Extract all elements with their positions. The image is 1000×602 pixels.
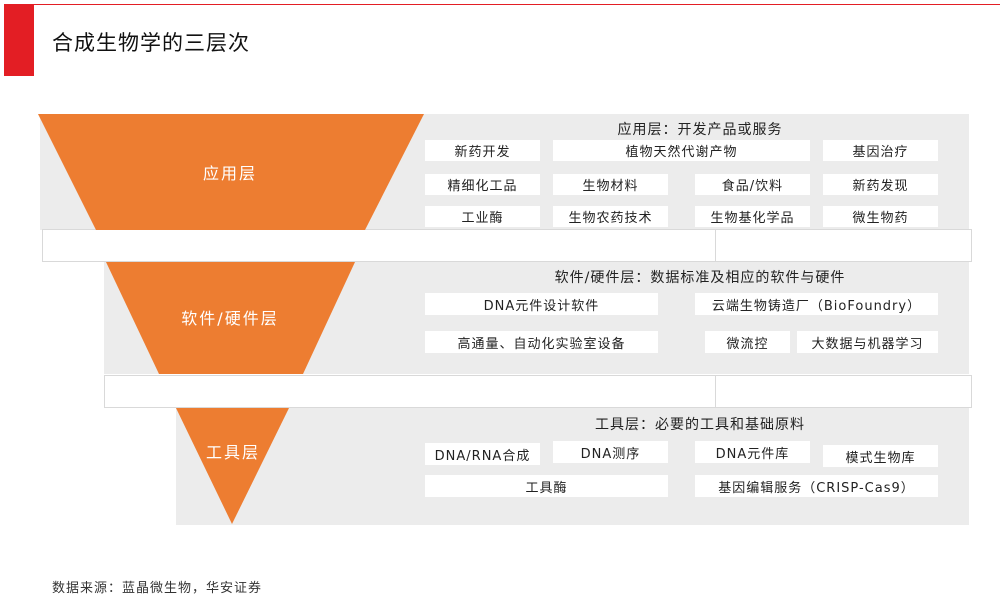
item-fine-chemicals: 精细化工品 bbox=[425, 174, 540, 195]
item-dna-design-software: DNA元件设计软件 bbox=[425, 293, 658, 315]
software-hardware-layer-label: 软件/硬件层 bbox=[181, 309, 279, 328]
data-source-note: 数据来源：蓝晶微生物，华安证券 bbox=[52, 581, 263, 596]
item-food-beverage: 食品/饮料 bbox=[695, 174, 810, 195]
item-microbial-drugs: 微生物药 bbox=[823, 206, 938, 227]
item-high-throughput-lab-equipment: 高通量、自动化实验室设备 bbox=[425, 331, 658, 353]
item-tool-enzymes: 工具酶 bbox=[425, 475, 668, 497]
software-hardware-layer-title: 软件/硬件层：数据标准及相应的软件与硬件 bbox=[554, 270, 846, 286]
application-layer-title: 应用层：开发产品或服务 bbox=[617, 122, 783, 138]
item-biopesticide-tech: 生物农药技术 bbox=[553, 206, 668, 227]
tool-layer-label: 工具层 bbox=[205, 443, 260, 462]
item-plant-natural-metabolites: 植物天然代谢产物 bbox=[553, 140, 810, 161]
item-gene-therapy: 基因治疗 bbox=[823, 140, 938, 161]
item-gene-editing-service: 基因编辑服务（CRISP-Cas9） bbox=[695, 475, 938, 497]
item-microfluidics: 微流控 bbox=[705, 331, 790, 353]
item-bio-based-chemicals: 生物基化学品 bbox=[695, 206, 810, 227]
item-industrial-enzymes: 工业酶 bbox=[425, 206, 540, 227]
application-layer-label: 应用层 bbox=[202, 164, 257, 183]
item-cloud-biofoundry: 云端生物铸造厂（BioFoundry） bbox=[695, 293, 938, 315]
item-dna-sequencing: DNA测序 bbox=[553, 441, 668, 463]
item-biomaterials: 生物材料 bbox=[553, 174, 668, 195]
item-drug-discovery: 新药发现 bbox=[823, 174, 938, 195]
item-dna-part-library: DNA元件库 bbox=[695, 441, 810, 463]
tool-layer-title: 工具层：必要的工具和基础原料 bbox=[595, 417, 805, 433]
item-dna-rna-synthesis: DNA/RNA合成 bbox=[425, 443, 540, 465]
item-model-organism-library: 模式生物库 bbox=[823, 445, 938, 467]
tool-layer-segment bbox=[176, 408, 289, 524]
item-big-data-ml: 大数据与机器学习 bbox=[797, 331, 938, 353]
item-new-drug-development: 新药开发 bbox=[425, 140, 540, 161]
